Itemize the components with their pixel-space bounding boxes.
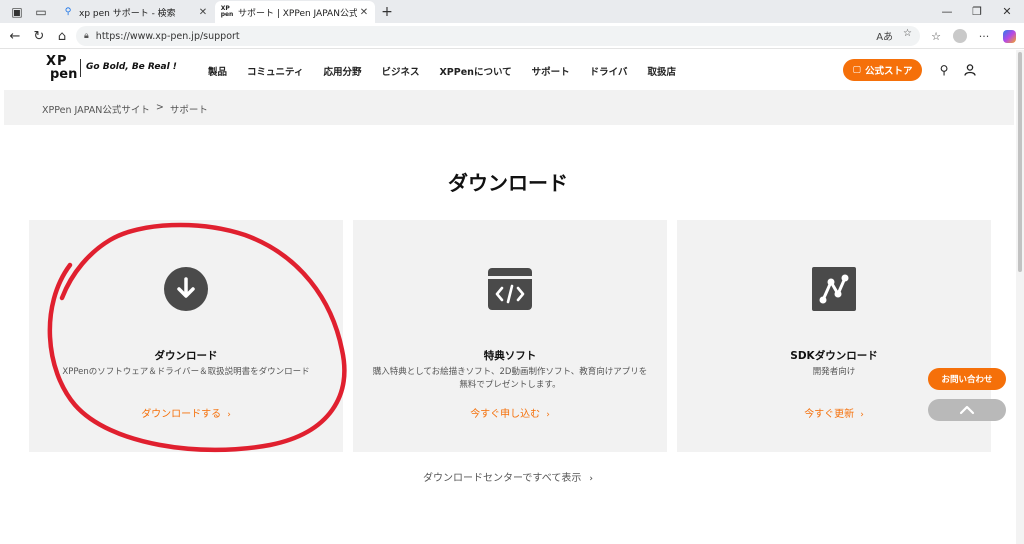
page-scrollbar[interactable] [1016, 50, 1024, 544]
sdk-graph-icon [811, 266, 857, 312]
tab-xppen-support[interactable]: XPpen サポート | XPPen JAPAN公式サイト ✕ [215, 1, 375, 23]
home-icon[interactable]: ⌂ [53, 27, 71, 45]
search-icon: ⚲ [64, 7, 72, 17]
xppen-favicon: XP pen [220, 5, 234, 18]
nav-item-business[interactable]: ビジネス [381, 64, 419, 78]
nav-item-support[interactable]: サポート [532, 64, 570, 78]
download-center-link[interactable]: ダウンロードセンターですべて表示 › [0, 469, 1016, 484]
account-icon[interactable] [952, 28, 968, 44]
browser-tab-strip: ▣ ▭ ⚲ xp pen サポート - 検索 ✕ XP pen サポート | XP… [0, 0, 1024, 23]
lock-icon: 🔒︎ [84, 31, 89, 41]
url-text: https://www.xp-pen.jp/support [95, 30, 240, 42]
chevron-up-icon [959, 405, 975, 415]
download-center-label: ダウンロードセンターですべて表示 [423, 473, 582, 484]
nav-item-drivers[interactable]: ドライバ [590, 64, 628, 78]
site-header: XP pen Go Bold, Be Real ! 製品 コミュニティ 応用分野… [0, 50, 1016, 90]
address-toolbar: ← ↻ ⌂ 🔒︎ https://www.xp-pen.jp/support A… [0, 23, 1024, 49]
favorite-star-icon[interactable]: ☆ [903, 28, 912, 43]
breadcrumb: XPPen JAPAN公式サイト > サポート [42, 102, 208, 116]
refresh-icon[interactable]: ↻ [30, 27, 48, 45]
card-title: ダウンロード [154, 350, 218, 362]
breadcrumb-current: サポート [169, 105, 208, 116]
main-nav: 製品 コミュニティ 応用分野 ビジネス XPPenについて サポート ドライバ … [208, 64, 696, 78]
download-link[interactable]: ダウンロードする › [29, 405, 343, 420]
breadcrumb-separator: > [155, 102, 164, 113]
tab-actions-icon[interactable]: ▭ [32, 3, 50, 20]
tab-search[interactable]: ⚲ xp pen サポート - 検索 ✕ [56, 1, 214, 23]
tab-title: xp pen サポート - 検索 [79, 8, 176, 19]
copilot-icon[interactable] [1001, 28, 1017, 44]
close-icon[interactable]: ✕ [357, 7, 371, 18]
xppen-logo[interactable]: XP pen [46, 54, 78, 84]
contact-us-button[interactable]: お問い合わせ [928, 368, 1006, 390]
code-window-icon [487, 266, 533, 312]
link-label: 今すぐ申し込む [470, 409, 541, 420]
back-to-top-button[interactable] [928, 399, 1006, 421]
new-tab-button[interactable]: + [378, 3, 396, 20]
card-description: 購入特典としてお絵描きソフト、2D動画制作ソフト、教育向けアプリを無料でプレゼン… [372, 367, 648, 390]
store-label: 公式ストア [865, 66, 913, 77]
breadcrumb-home[interactable]: XPPen JAPAN公式サイト [42, 102, 150, 116]
close-icon[interactable]: ✕ [196, 7, 210, 18]
chevron-right-icon: › [860, 410, 864, 420]
breadcrumb-strip: XPPen JAPAN公式サイト > サポート [4, 90, 1014, 125]
card-title: 特典ソフト [483, 350, 537, 362]
nav-item-about[interactable]: XPPenについて [439, 64, 511, 78]
page-title: ダウンロード [448, 171, 568, 195]
nav-item-applications[interactable]: 応用分野 [323, 64, 361, 78]
scrollbar-thumb[interactable] [1018, 52, 1022, 272]
workspaces-icon[interactable]: ▣ [8, 3, 26, 20]
restore-icon[interactable]: ❐ [962, 2, 992, 20]
logo-text: pen [50, 67, 78, 82]
card-bonus-software[interactable]: 特典ソフト 購入特典としてお絵描きソフト、2D動画制作ソフト、教育向けアプリを無… [353, 220, 667, 452]
search-icon[interactable]: ⚲ [936, 62, 952, 78]
nav-item-community[interactable]: コミュニティ [247, 64, 303, 78]
more-menu-icon[interactable]: ··· [976, 28, 992, 44]
link-label: ダウンロードする [141, 409, 222, 420]
tagline: Go Bold, Be Real ! [86, 62, 177, 72]
link-label: 今すぐ更新 [804, 409, 855, 420]
chevron-right-icon: › [589, 474, 593, 484]
back-icon[interactable]: ← [6, 27, 24, 45]
user-icon[interactable] [962, 62, 978, 78]
shopping-bag-icon: ▢ [852, 65, 861, 75]
download-icon [163, 266, 209, 312]
favorites-icon[interactable]: ☆ [928, 28, 944, 44]
tab-title: サポート | XPPen JAPAN公式サイト [238, 8, 357, 19]
logo-divider [80, 59, 81, 77]
card-title: SDKダウンロード [790, 350, 878, 362]
address-bar[interactable]: 🔒︎ https://www.xp-pen.jp/support Aあ ☆ [76, 26, 920, 46]
nav-item-retailers[interactable]: 取扱店 [647, 64, 676, 78]
minimize-icon[interactable]: — [932, 2, 962, 20]
chevron-right-icon: › [546, 410, 550, 420]
page-viewport: XP pen Go Bold, Be Real ! 製品 コミュニティ 応用分野… [0, 50, 1016, 544]
apply-now-link[interactable]: 今すぐ申し込む › [353, 405, 667, 420]
nav-item-products[interactable]: 製品 [208, 64, 227, 78]
chevron-right-icon: › [227, 410, 231, 420]
read-aloud-icon[interactable]: Aあ [876, 28, 893, 43]
card-download[interactable]: ダウンロード XPPenのソフトウェア＆ドライバー＆取扱説明書をダウンロード ダ… [29, 220, 343, 452]
card-description: XPPenのソフトウェア＆ドライバー＆取扱説明書をダウンロード [62, 367, 310, 377]
window-close-icon[interactable]: ✕ [992, 2, 1022, 20]
official-store-button[interactable]: ▢ 公式ストア [843, 59, 922, 81]
